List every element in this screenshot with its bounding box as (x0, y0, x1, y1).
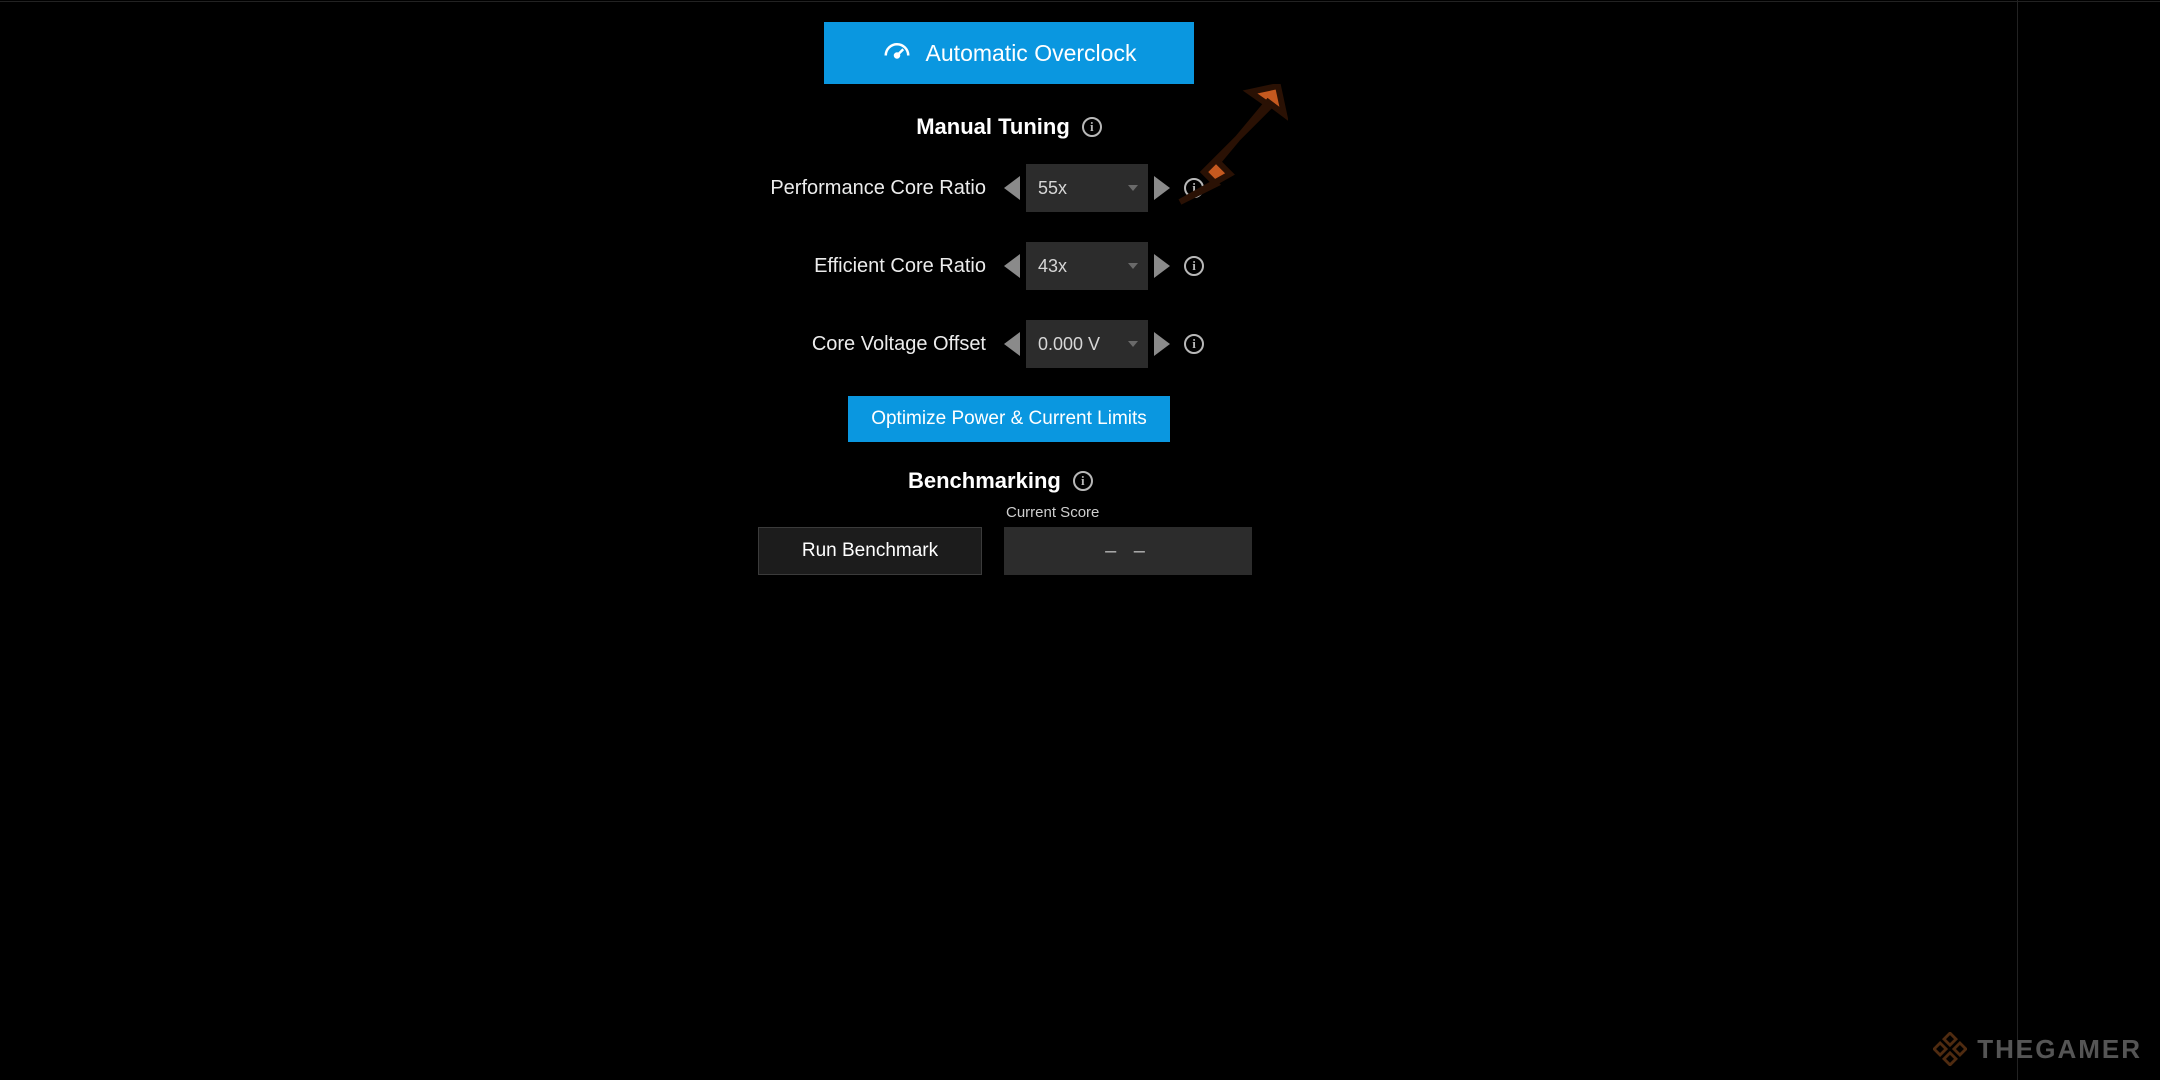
info-icon[interactable]: i (1184, 256, 1204, 276)
run-benchmark-button[interactable]: Run Benchmark (758, 527, 982, 575)
current-score-field: Current Score – – (1004, 504, 1252, 575)
manual-tuning-controls: Performance Core Ratio 55x i Efficient C… (0, 164, 2017, 368)
run-benchmark-label: Run Benchmark (802, 540, 938, 561)
automatic-overclock-label: Automatic Overclock (926, 40, 1137, 67)
watermark-text: THEGAMER (1977, 1034, 2142, 1065)
benchmarking-title: Benchmarking (908, 468, 1061, 494)
optimize-power-button[interactable]: Optimize Power & Current Limits (848, 396, 1170, 442)
performance-core-ratio-label: Performance Core Ratio (0, 177, 1004, 200)
gauge-icon (882, 38, 912, 68)
watermark: THEGAMER (1933, 1032, 2142, 1066)
info-icon[interactable]: i (1184, 178, 1204, 198)
info-icon[interactable]: i (1073, 471, 1093, 491)
chevron-left-icon[interactable] (1004, 332, 1020, 356)
info-icon[interactable]: i (1184, 334, 1204, 354)
info-icon[interactable]: i (1082, 117, 1102, 137)
efficient-core-ratio-row: Efficient Core Ratio 43x i (0, 242, 2017, 290)
efficient-core-ratio-label: Efficient Core Ratio (0, 255, 1004, 278)
automatic-overclock-button[interactable]: Automatic Overclock (824, 22, 1194, 84)
performance-core-ratio-value: 55x (1038, 178, 1067, 199)
performance-core-ratio-row: Performance Core Ratio 55x i (0, 164, 2017, 212)
benchmarking-header: Benchmarking i (908, 468, 2017, 494)
efficient-core-ratio-value: 43x (1038, 256, 1067, 277)
chevron-right-icon[interactable] (1154, 254, 1170, 278)
core-voltage-offset-stepper: 0.000 V (1004, 320, 1170, 368)
benchmark-row: Run Benchmark Current Score – – (758, 504, 2017, 575)
chevron-left-icon[interactable] (1004, 176, 1020, 200)
chevron-right-icon[interactable] (1154, 176, 1170, 200)
current-score-value-box: – – (1004, 527, 1252, 575)
watermark-logo-icon (1933, 1032, 1967, 1066)
core-voltage-offset-value: 0.000 V (1038, 334, 1100, 355)
right-divider (2017, 0, 2018, 1080)
chevron-right-icon[interactable] (1154, 332, 1170, 356)
chevron-down-icon (1128, 263, 1138, 269)
chevron-left-icon[interactable] (1004, 254, 1020, 278)
chevron-down-icon (1128, 185, 1138, 191)
current-score-label: Current Score (1006, 504, 1252, 521)
overclock-panel: Automatic Overclock Manual Tuning i Perf… (0, 0, 2017, 575)
manual-tuning-title: Manual Tuning (916, 114, 1070, 140)
optimize-power-label: Optimize Power & Current Limits (871, 408, 1147, 429)
efficient-core-ratio-select[interactable]: 43x (1026, 242, 1148, 290)
chevron-down-icon (1128, 341, 1138, 347)
core-voltage-offset-select[interactable]: 0.000 V (1026, 320, 1148, 368)
core-voltage-offset-label: Core Voltage Offset (0, 333, 1004, 356)
performance-core-ratio-stepper: 55x (1004, 164, 1170, 212)
efficient-core-ratio-stepper: 43x (1004, 242, 1170, 290)
core-voltage-offset-row: Core Voltage Offset 0.000 V i (0, 320, 2017, 368)
current-score-value: – – (1105, 540, 1151, 563)
performance-core-ratio-select[interactable]: 55x (1026, 164, 1148, 212)
